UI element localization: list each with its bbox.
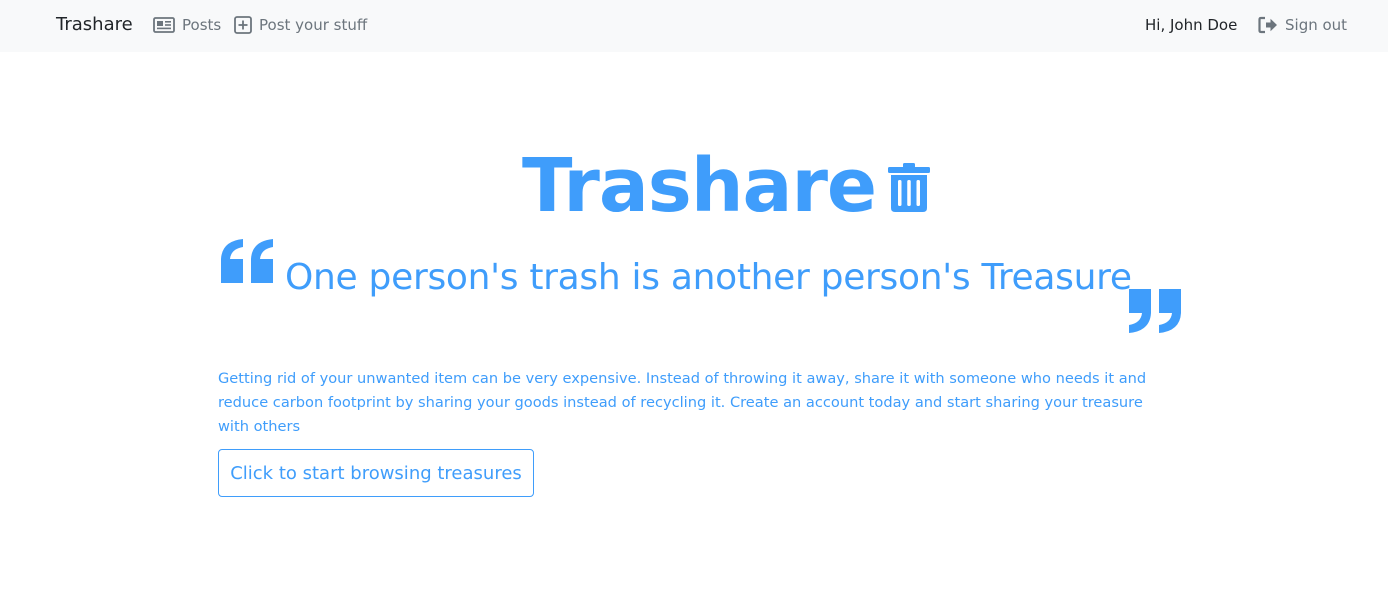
nav-posts-link[interactable]: Posts <box>153 14 221 36</box>
hero-description: Getting rid of your unwanted item can be… <box>218 370 1147 435</box>
user-greeting: Hi, John Doe <box>1145 16 1238 34</box>
sign-out-icon <box>1258 16 1278 34</box>
quote-right-icon <box>1129 289 1181 333</box>
sign-out-link[interactable]: Sign out <box>1258 14 1347 36</box>
hero-tagline: One person's trash is another person's T… <box>285 257 1132 298</box>
hero-title: Trashare <box>522 143 877 229</box>
newspaper-icon <box>153 17 175 33</box>
sign-out-label: Sign out <box>1285 16 1348 34</box>
hero-title-group: Trashare <box>522 143 931 229</box>
plus-square-icon <box>234 16 252 34</box>
brand-link[interactable]: Trashare <box>56 13 133 37</box>
quote-left-icon <box>221 239 273 283</box>
navbar: Trashare Posts Post your stuff Hi, John … <box>0 0 1388 52</box>
trash-icon <box>888 163 931 213</box>
nav-post-stuff-label: Post your stuff <box>259 16 368 34</box>
browse-treasures-button[interactable]: Click to start browsing treasures <box>218 449 534 497</box>
nav-post-stuff-link[interactable]: Post your stuff <box>234 14 367 36</box>
nav-posts-label: Posts <box>182 16 222 34</box>
